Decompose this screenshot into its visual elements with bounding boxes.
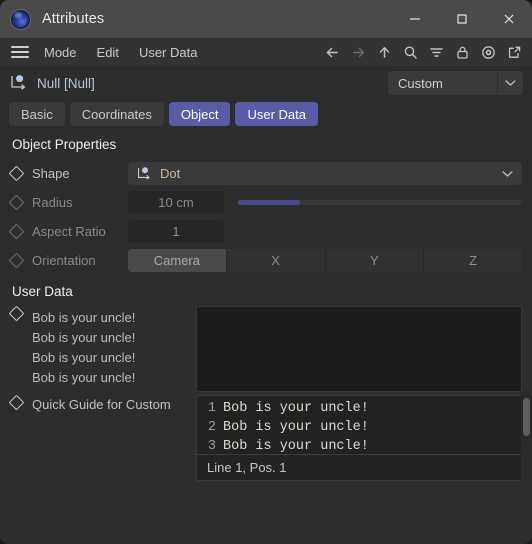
user-data-label-line: Bob is your uncle! xyxy=(32,310,136,325)
orientation-option-y[interactable]: Y xyxy=(326,249,425,272)
close-button[interactable] xyxy=(485,0,532,38)
quick-guide-keyframe-diamond-icon[interactable] xyxy=(8,394,25,411)
aspect-ratio-row: Aspect Ratio 1 xyxy=(0,217,532,246)
window-controls xyxy=(391,0,532,38)
code-line: 2 Bob is your uncle! xyxy=(197,418,521,437)
quick-guide-label: Quick Guide for Custom xyxy=(32,397,171,412)
user-data-heading: User Data xyxy=(12,284,73,299)
panel-content: Null [Null] Custom Basic Coordinates Obj… xyxy=(0,66,532,544)
window-title: Attributes xyxy=(42,11,105,27)
forward-arrow-icon xyxy=(346,40,370,64)
lock-icon[interactable] xyxy=(450,40,474,64)
object-properties-heading: Object Properties xyxy=(12,137,117,152)
minimize-button[interactable] xyxy=(391,0,438,38)
menu-item-edit[interactable]: Edit xyxy=(90,43,126,62)
object-name-label: Null [Null] xyxy=(37,75,95,91)
search-icon[interactable] xyxy=(398,40,422,64)
shape-dropdown[interactable]: Dot xyxy=(128,162,522,185)
menu-bar-icons xyxy=(320,40,526,64)
code-line-number: 2 xyxy=(207,420,216,435)
orientation-keyframe-diamond-icon[interactable] xyxy=(8,252,25,269)
radius-slider[interactable] xyxy=(238,200,522,205)
filter-icon[interactable] xyxy=(424,40,448,64)
cursor-position-label: Line 1, Pos. 1 xyxy=(207,460,287,475)
null-object-icon xyxy=(11,75,26,90)
aspect-ratio-input[interactable]: 1 xyxy=(128,220,224,243)
user-data-label-line: Bob is your uncle! xyxy=(32,370,136,385)
menu-bar: Mode Edit User Data xyxy=(0,38,532,66)
code-line-text: Bob is your uncle! xyxy=(223,420,369,435)
null-object-icon xyxy=(137,166,150,180)
code-line-text: Bob is your uncle! xyxy=(223,439,369,454)
tab-basic[interactable]: Basic xyxy=(9,102,65,126)
cinema4d-sphere-icon xyxy=(11,9,30,29)
radius-label: Radius xyxy=(32,195,73,210)
tab-object[interactable]: Object xyxy=(168,102,231,126)
aspect-ratio-label: Aspect Ratio xyxy=(32,224,106,239)
shape-keyframe-diamond-icon[interactable] xyxy=(8,165,25,182)
orientation-option-camera[interactable]: Camera xyxy=(128,249,227,272)
layout-preset-value: Custom xyxy=(398,75,443,91)
orientation-segmented-control: Camera X Y Z xyxy=(128,249,522,272)
orientation-option-z[interactable]: Z xyxy=(424,249,522,272)
orientation-row: Orientation Camera X Y Z xyxy=(0,246,532,275)
code-editor-wrap: 1 Bob is your uncle! 2 Bob is your uncle… xyxy=(196,395,532,481)
code-editor-scrollbar[interactable] xyxy=(521,395,532,481)
user-data-label-group: Bob is your uncle! Bob is your uncle! Bo… xyxy=(8,305,196,392)
attribute-tabs: Basic Coordinates Object User Data xyxy=(0,100,532,128)
aspect-ratio-keyframe-diamond-icon[interactable] xyxy=(8,223,25,240)
code-editor-lines[interactable]: 1 Bob is your uncle! 2 Bob is your uncle… xyxy=(197,396,521,454)
title-bar: Attributes xyxy=(0,0,532,38)
layout-preset-select[interactable]: Custom xyxy=(388,71,523,95)
radius-slider-fill xyxy=(238,200,301,205)
radius-input[interactable]: 10 cm xyxy=(128,191,224,214)
up-arrow-icon[interactable] xyxy=(372,40,396,64)
orientation-label: Orientation xyxy=(32,253,96,268)
code-line-text: Bob is your uncle! xyxy=(223,401,369,416)
orientation-option-x[interactable]: X xyxy=(227,249,326,272)
user-data-label-line: Bob is your uncle! xyxy=(32,330,136,345)
code-line: 3 Bob is your uncle! xyxy=(197,437,521,454)
code-line: 1 Bob is your uncle! xyxy=(197,399,521,418)
shape-value: Dot xyxy=(160,166,181,181)
attributes-window: Attributes Mode Edit User Data Null [Nul… xyxy=(0,0,532,544)
shape-row: Shape Dot xyxy=(0,159,532,188)
quick-guide-row: Quick Guide for Custom 1 Bob is your unc… xyxy=(0,394,532,481)
code-editor-status-bar: Line 1, Pos. 1 xyxy=(197,454,521,480)
quick-guide-label-group: Quick Guide for Custom xyxy=(8,394,196,481)
menu-item-user-data[interactable]: User Data xyxy=(132,43,205,62)
menu-item-mode[interactable]: Mode xyxy=(37,43,84,62)
user-data-label-lines: Bob is your uncle! Bob is your uncle! Bo… xyxy=(32,308,135,392)
chevron-down-icon xyxy=(497,71,523,95)
code-line-number: 3 xyxy=(207,439,216,454)
maximize-button[interactable] xyxy=(438,0,485,38)
hamburger-menu-icon[interactable] xyxy=(9,43,31,61)
tab-coordinates[interactable]: Coordinates xyxy=(69,102,164,126)
user-data-keyframe-diamond-icon[interactable] xyxy=(8,305,25,322)
code-editor-scrollbar-thumb[interactable] xyxy=(523,398,530,436)
code-editor[interactable]: 1 Bob is your uncle! 2 Bob is your uncle… xyxy=(196,395,522,481)
tab-user-data[interactable]: User Data xyxy=(235,102,319,126)
radius-keyframe-diamond-icon[interactable] xyxy=(8,194,25,211)
user-data-textarea[interactable] xyxy=(196,306,522,392)
user-data-label-line: Bob is your uncle! xyxy=(32,350,136,365)
code-line-number: 1 xyxy=(207,401,216,416)
user-data-text-row: Bob is your uncle! Bob is your uncle! Bo… xyxy=(0,305,532,392)
record-target-icon[interactable] xyxy=(476,40,500,64)
chevron-down-icon xyxy=(502,162,513,185)
back-arrow-icon[interactable] xyxy=(320,40,344,64)
object-header-row: Null [Null] Custom xyxy=(0,66,532,100)
open-external-icon[interactable] xyxy=(502,40,526,64)
radius-row: Radius 10 cm xyxy=(0,188,532,217)
shape-label: Shape xyxy=(32,166,70,181)
